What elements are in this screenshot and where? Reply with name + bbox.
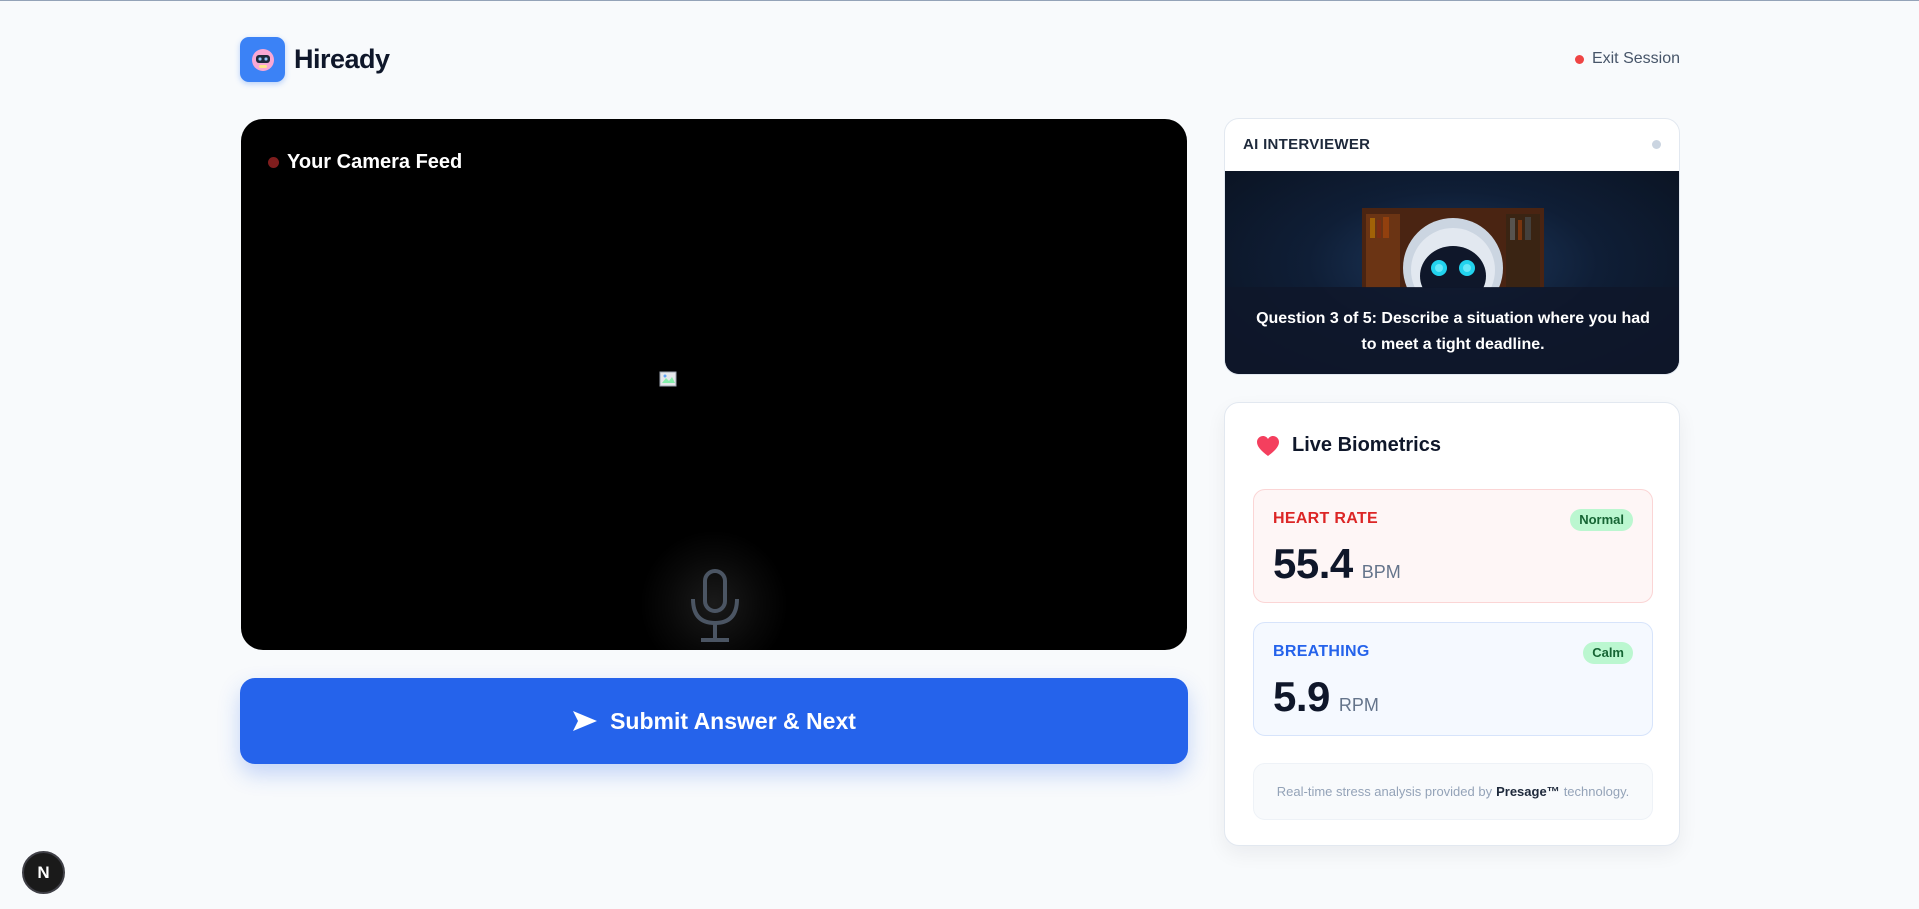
breathing-unit: RPM [1338,695,1379,715]
robot-icon [240,37,285,82]
heart-rate-label: HEART RATE [1273,510,1378,527]
footnote-suffix: technology. [1563,784,1630,799]
footnote-prefix: Real-time stress analysis provided by [1276,784,1493,799]
footnote-brand: Presage™ [1496,784,1560,799]
heart-rate-value: 55.4 [1273,540,1353,587]
biometrics-header: Live Biometrics [1256,434,1441,457]
breathing-status-badge: Calm [1583,642,1633,664]
camera-label: Your Camera Feed [287,151,463,173]
broken-image-icon [659,371,677,387]
robot-avatar [1362,208,1544,288]
top-border [0,0,1919,1]
dev-tools-badge[interactable]: N [22,851,65,894]
heart-rate-unit: BPM [1361,562,1401,582]
microphone-icon[interactable] [687,569,743,644]
exit-session-button[interactable]: Exit Session [1574,50,1680,68]
breathing-label: BREATHING [1273,643,1370,660]
ai-interviewer-header: AI INTERVIEWER [1225,119,1679,171]
camera-title: Your Camera Feed [268,151,462,174]
header: Hiready Exit Session [240,37,1680,83]
brand-name: Hiready [294,44,390,74]
ai-status-dot [1652,140,1661,149]
biometrics-title: Live Biometrics [1292,434,1441,456]
breathing-value: 5.9 [1273,673,1330,720]
submit-answer-button[interactable]: Submit Answer & Next [240,678,1188,764]
send-icon [573,711,598,731]
ai-interviewer-video: Question 3 of 5: Describe a situation wh… [1225,171,1679,374]
heart-rate-card: HEART RATE Normal 55.4 BPM [1253,489,1653,603]
heart-icon [1257,435,1279,456]
breathing-reading: 5.9 RPM [1273,673,1379,721]
brand[interactable]: Hiready [240,37,390,82]
heart-rate-reading: 55.4 BPM [1273,540,1401,588]
exit-session-label: Exit Session [1591,50,1680,67]
submit-answer-label: Submit Answer & Next [610,707,856,734]
question-caption: Question 3 of 5: Describe a situation wh… [1225,287,1679,374]
biometrics-panel: Live Biometrics HEART RATE Normal 55.4 B… [1224,402,1680,846]
camera-feed: Your Camera Feed [241,119,1187,650]
exit-status-dot [1574,54,1584,64]
ai-interviewer-title: AI INTERVIEWER [1243,136,1371,153]
ai-interviewer-panel: AI INTERVIEWER Question 3 of 5: Describe… [1224,118,1680,375]
question-text: Question 3 of 5: Describe a situation wh… [1256,309,1650,353]
heart-rate-status-badge: Normal [1570,509,1633,531]
breathing-card: BREATHING Calm 5.9 RPM [1253,622,1653,736]
presage-footnote: Real-time stress analysis provided by Pr… [1253,763,1653,820]
recording-dot [268,157,279,168]
